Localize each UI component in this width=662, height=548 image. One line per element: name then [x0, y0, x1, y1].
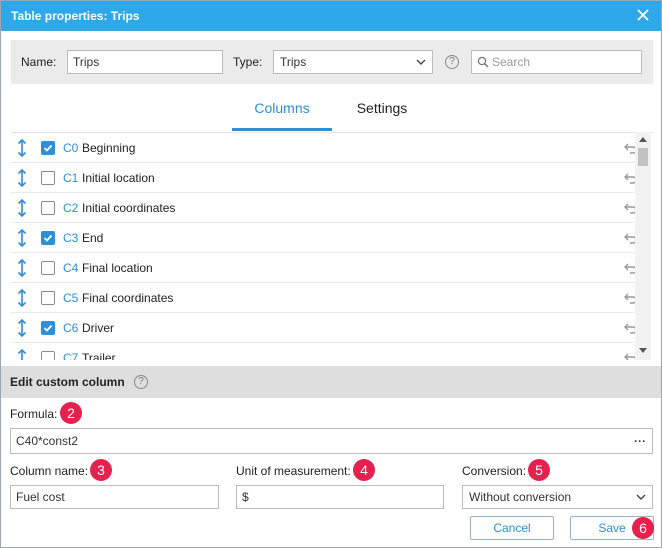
close-icon[interactable] [635, 7, 651, 23]
callout-badge-formula: 2 [60, 402, 82, 424]
unit-label: Unit of measurement: [236, 464, 351, 478]
table-properties-dialog: Table properties: Trips Name: Trips Type… [0, 0, 662, 548]
type-label: Type: [233, 55, 263, 69]
column-row[interactable]: C1 Initial location [11, 163, 637, 193]
tab-bar: Columns Settings [1, 91, 661, 133]
list-scrollbar[interactable] [635, 132, 651, 360]
name-input[interactable]: Trips [67, 50, 223, 74]
dialog-title: Table properties: Trips [11, 9, 140, 23]
callout-badge-save: 6 [632, 517, 654, 539]
formula-more-icon[interactable]: ··· [634, 429, 646, 453]
column-checkbox[interactable] [41, 201, 55, 215]
column-checkbox[interactable] [41, 141, 55, 155]
drag-handle-icon[interactable] [17, 349, 27, 360]
column-checkbox[interactable] [41, 261, 55, 275]
scrollbar-thumb[interactable] [638, 148, 648, 166]
column-row[interactable]: C7 Trailer [11, 343, 637, 360]
drag-handle-icon[interactable] [17, 169, 27, 187]
search-input[interactable]: Search [471, 50, 642, 74]
edit-custom-column-header: Edit custom column ? [1, 366, 661, 398]
column-row[interactable]: C4 Final location [11, 253, 637, 283]
conversion-select[interactable]: Without conversion [462, 485, 653, 509]
column-name: Trailer [82, 351, 116, 360]
conversion-select-value: Without conversion [469, 490, 572, 504]
column-row[interactable]: C3 End [11, 223, 637, 253]
column-code: C7 [63, 351, 79, 360]
column-name: Initial location [82, 171, 155, 185]
column-name: Driver [82, 321, 114, 335]
tab-columns[interactable]: Columns [232, 91, 332, 131]
dialog-titlebar: Table properties: Trips [1, 1, 661, 31]
drag-handle-icon[interactable] [17, 259, 27, 277]
column-checkbox[interactable] [41, 351, 55, 360]
drag-handle-icon[interactable] [17, 319, 27, 337]
filter-bar: Name: Trips Type: Trips ? Search [11, 40, 653, 84]
drag-handle-icon[interactable] [17, 199, 27, 217]
scroll-up-icon[interactable] [639, 136, 647, 142]
search-placeholder: Search [492, 55, 531, 69]
column-code: C5 [63, 291, 79, 305]
search-icon [477, 56, 489, 68]
column-code: C6 [63, 321, 79, 335]
callout-badge-unit: 4 [353, 459, 375, 481]
column-name-input[interactable]: Fuel cost [10, 485, 219, 509]
column-name-label: Column name: [10, 464, 89, 478]
help-icon[interactable]: ? [134, 375, 148, 389]
callout-badge-conversion: 5 [528, 459, 550, 481]
cancel-button[interactable]: Cancel [470, 516, 554, 540]
column-row[interactable]: C0 Beginning [11, 133, 637, 163]
chevron-down-icon [416, 59, 426, 65]
column-row[interactable]: C6 Driver [11, 313, 637, 343]
column-name: End [82, 231, 104, 245]
scroll-down-icon[interactable] [639, 348, 647, 354]
conversion-label: Conversion: [462, 464, 527, 478]
drag-handle-icon[interactable] [17, 289, 27, 307]
unit-input[interactable]: $ [236, 485, 444, 509]
drag-handle-icon[interactable] [17, 229, 27, 247]
tab-settings[interactable]: Settings [332, 91, 432, 131]
chevron-down-icon [636, 494, 646, 500]
column-checkbox[interactable] [41, 291, 55, 305]
column-code: C0 [63, 141, 79, 155]
type-select[interactable]: Trips [273, 50, 433, 74]
formula-value: C40*const2 [16, 434, 79, 448]
column-code: C4 [63, 261, 79, 275]
formula-label: Formula: [10, 407, 58, 421]
edit-section-title: Edit custom column [10, 375, 125, 389]
column-checkbox[interactable] [41, 321, 55, 335]
column-code: C2 [63, 201, 79, 215]
column-row[interactable]: C2 Initial coordinates [11, 193, 637, 223]
name-label: Name: [21, 55, 57, 69]
column-name: Initial coordinates [82, 201, 176, 215]
column-code: C3 [63, 231, 79, 245]
callout-badge-column-name: 3 [90, 459, 112, 481]
column-checkbox[interactable] [41, 171, 55, 185]
columns-list: C0 Beginning C1 Initial location C2 Initial c… [11, 132, 653, 360]
formula-input[interactable]: C40*const2 ··· [10, 428, 653, 454]
type-select-value: Trips [280, 55, 307, 69]
column-name: Beginning [82, 141, 136, 155]
column-checkbox[interactable] [41, 231, 55, 245]
help-icon[interactable]: ? [445, 55, 459, 69]
column-row[interactable]: C5 Final coordinates [11, 283, 637, 313]
column-name: Final location [82, 261, 153, 275]
column-name: Final coordinates [82, 291, 174, 305]
column-code: C1 [63, 171, 79, 185]
drag-handle-icon[interactable] [17, 139, 27, 157]
